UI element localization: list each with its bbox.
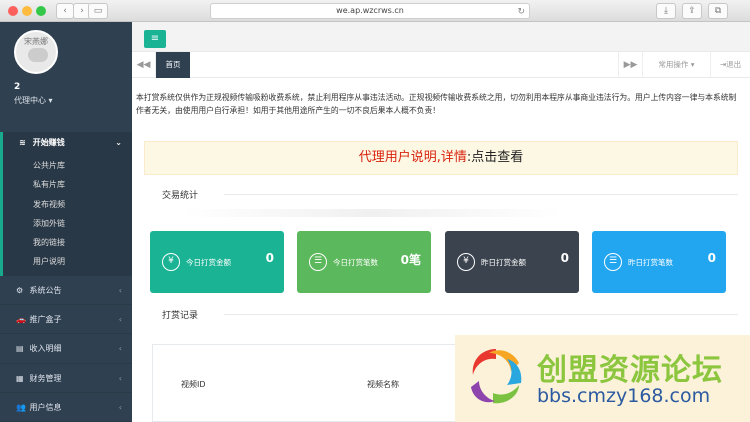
- minimize-window-button[interactable]: [22, 6, 32, 16]
- sidebar-item-publish-video[interactable]: 发布视频: [3, 195, 132, 214]
- tab-scroll-left-button[interactable]: ◀◀: [132, 52, 156, 78]
- column-header-video-name: 视频名称: [367, 380, 399, 389]
- divider: [224, 314, 738, 315]
- stats-section-title: 交易统计: [162, 191, 199, 201]
- forum-watermark: 创盟资源论坛 bbs.cmzy168.com: [455, 335, 750, 422]
- sidebar-group-start-earning[interactable]: ≋ 开始赚钱 ⌄: [0, 132, 132, 154]
- blurred-text: [182, 209, 562, 217]
- gear-icon: ⚙: [16, 285, 24, 295]
- sidebar-item-announcements[interactable]: ⚙ 系统公告 ‹: [0, 276, 132, 306]
- share-icon[interactable]: ⇪: [682, 3, 702, 19]
- content-tab-bar: ◀◀ 首页 ▶▶ 常用操作 ▾ ⇥退出: [132, 52, 750, 78]
- top-navbar: ≡: [132, 22, 750, 52]
- stat-card-today-count: ☰ 今日打赏笔数 0笔: [297, 231, 431, 293]
- sidebar-item-private-library[interactable]: 私有片库: [3, 175, 132, 194]
- notice-title: 代理用户说明,详情: [358, 150, 467, 165]
- sidebar: 宋燕娜 2 代理中心 ▾ ≋ 开始赚钱 ⌄ 公共片库 私有片库 发布视频 添加外…: [0, 22, 132, 422]
- list-icon: ☰: [309, 253, 327, 271]
- forum-logo-icon: [471, 349, 522, 404]
- stat-card-today-amount: ¥ 今日打赏金额 0: [150, 231, 284, 293]
- stack-icon: ≋: [19, 138, 26, 147]
- stat-card-yesterday-amount: ¥ 昨日打赏金额 0: [445, 231, 579, 293]
- chevron-left-icon: ‹: [118, 315, 122, 325]
- records-section-title: 打赏记录: [162, 311, 199, 321]
- agent-center-dropdown[interactable]: 代理中心 ▾: [14, 95, 118, 106]
- stat-card-label: 今日打赏金额: [186, 258, 231, 267]
- column-header-video-id: 视频ID: [181, 380, 206, 389]
- yen-icon: ¥: [457, 253, 475, 271]
- sidebar-item-promotion-box[interactable]: 🚗 推广盒子 ‹: [0, 305, 132, 335]
- disclaimer-text: 本打赏系统仅供作为正规视频传输吸粉收费系统，禁止利用程序从事违法活动。正规视频传…: [136, 93, 737, 115]
- car-icon: 🚗: [16, 315, 26, 325]
- sidebar-menu: ≋ 开始赚钱 ⌄ 公共片库 私有片库 发布视频 添加外链 我的链接 用户说明 ⚙…: [0, 132, 132, 422]
- chevron-down-icon: ⌄: [115, 138, 122, 147]
- sidebar-item-finance[interactable]: ▦ 财务管理 ‹: [0, 364, 132, 393]
- logout-button[interactable]: ⇥退出: [710, 52, 750, 78]
- tab-scroll-right-button[interactable]: ▶▶: [618, 52, 642, 78]
- close-window-button[interactable]: [8, 6, 18, 16]
- download-icon[interactable]: ⤓: [656, 3, 676, 19]
- stat-card-yesterday-count: ☰ 昨日打赏笔数 0: [592, 231, 726, 293]
- divider: [224, 194, 738, 195]
- forum-name: 创盟资源论坛: [537, 353, 723, 388]
- menu-toggle-button[interactable]: ≡: [144, 30, 166, 48]
- sidebar-submenu: 公共片库 私有片库 发布视频 添加外链 我的链接 用户说明: [0, 154, 132, 276]
- sidebar-item-label: 系统公告: [29, 285, 62, 295]
- table-icon: ▦: [16, 373, 24, 383]
- stat-card-label: 昨日打赏金额: [481, 258, 526, 267]
- chevron-left-icon: ‹: [118, 285, 122, 295]
- avatar-face-icon: [28, 48, 48, 62]
- stat-card-label: 昨日打赏笔数: [628, 258, 673, 267]
- chevron-left-icon: ‹: [118, 344, 122, 354]
- address-bar[interactable]: we.ap.wzcrws.cn ↻: [210, 3, 530, 19]
- tab-home[interactable]: 首页: [156, 52, 190, 78]
- back-button[interactable]: ‹: [56, 3, 74, 19]
- sidebar-item-label: 收入明细: [29, 344, 62, 354]
- url-text: we.ap.wzcrws.cn: [336, 6, 404, 15]
- avatar[interactable]: 宋燕娜: [14, 30, 58, 74]
- yen-icon: ¥: [162, 253, 180, 271]
- stat-card-value: 0: [560, 251, 569, 265]
- stat-card-value: 0笔: [400, 253, 421, 267]
- chevron-left-icon: ‹: [118, 402, 122, 412]
- sidebar-item-label: 用户信息: [29, 402, 62, 412]
- browser-toolbar: ‹ › ▭ we.ap.wzcrws.cn ↻ ⤓ ⇪ ⧉: [0, 0, 750, 22]
- sidebar-item-add-external-link[interactable]: 添加外链: [3, 214, 132, 233]
- list-icon: ▤: [16, 344, 24, 354]
- list-icon: ☰: [604, 253, 622, 271]
- agent-notice-banner[interactable]: 代理用户说明,详情:点击查看: [144, 141, 738, 175]
- sidebar-item-my-links[interactable]: 我的链接: [3, 233, 132, 252]
- reload-icon[interactable]: ↻: [517, 5, 525, 19]
- chevron-left-icon: ‹: [118, 373, 122, 383]
- sidebar-item-user-info[interactable]: 👥 用户信息 ‹: [0, 393, 132, 422]
- stat-card-value: 0: [265, 251, 274, 265]
- forum-url: bbs.cmzy168.com: [537, 385, 711, 407]
- sidebar-item-public-library[interactable]: 公共片库: [3, 156, 132, 175]
- sidebar-item-label: 财务管理: [29, 373, 62, 383]
- tabs-overview-icon[interactable]: ⧉: [708, 3, 728, 19]
- users-icon: 👥: [16, 402, 26, 412]
- sidebar-item-income-details[interactable]: ▤ 收入明细 ‹: [0, 334, 132, 364]
- zoom-window-button[interactable]: [36, 6, 46, 16]
- profile-area: 宋燕娜 2 代理中心 ▾: [0, 22, 132, 132]
- avatar-label: 宋燕娜: [24, 37, 48, 46]
- stat-card-label: 今日打赏笔数: [333, 258, 378, 267]
- common-actions-dropdown[interactable]: 常用操作 ▾: [642, 52, 710, 78]
- sidebar-item-user-guide[interactable]: 用户说明: [3, 252, 132, 271]
- user-name: 2: [14, 82, 21, 92]
- stat-card-value: 0: [707, 251, 716, 265]
- sidebar-item-label: 推广盒子: [29, 315, 62, 325]
- sidebar-group-label: 开始赚钱: [32, 138, 65, 147]
- sidebar-toggle-button[interactable]: ▭: [88, 3, 108, 19]
- notice-link[interactable]: :点击查看: [467, 150, 523, 165]
